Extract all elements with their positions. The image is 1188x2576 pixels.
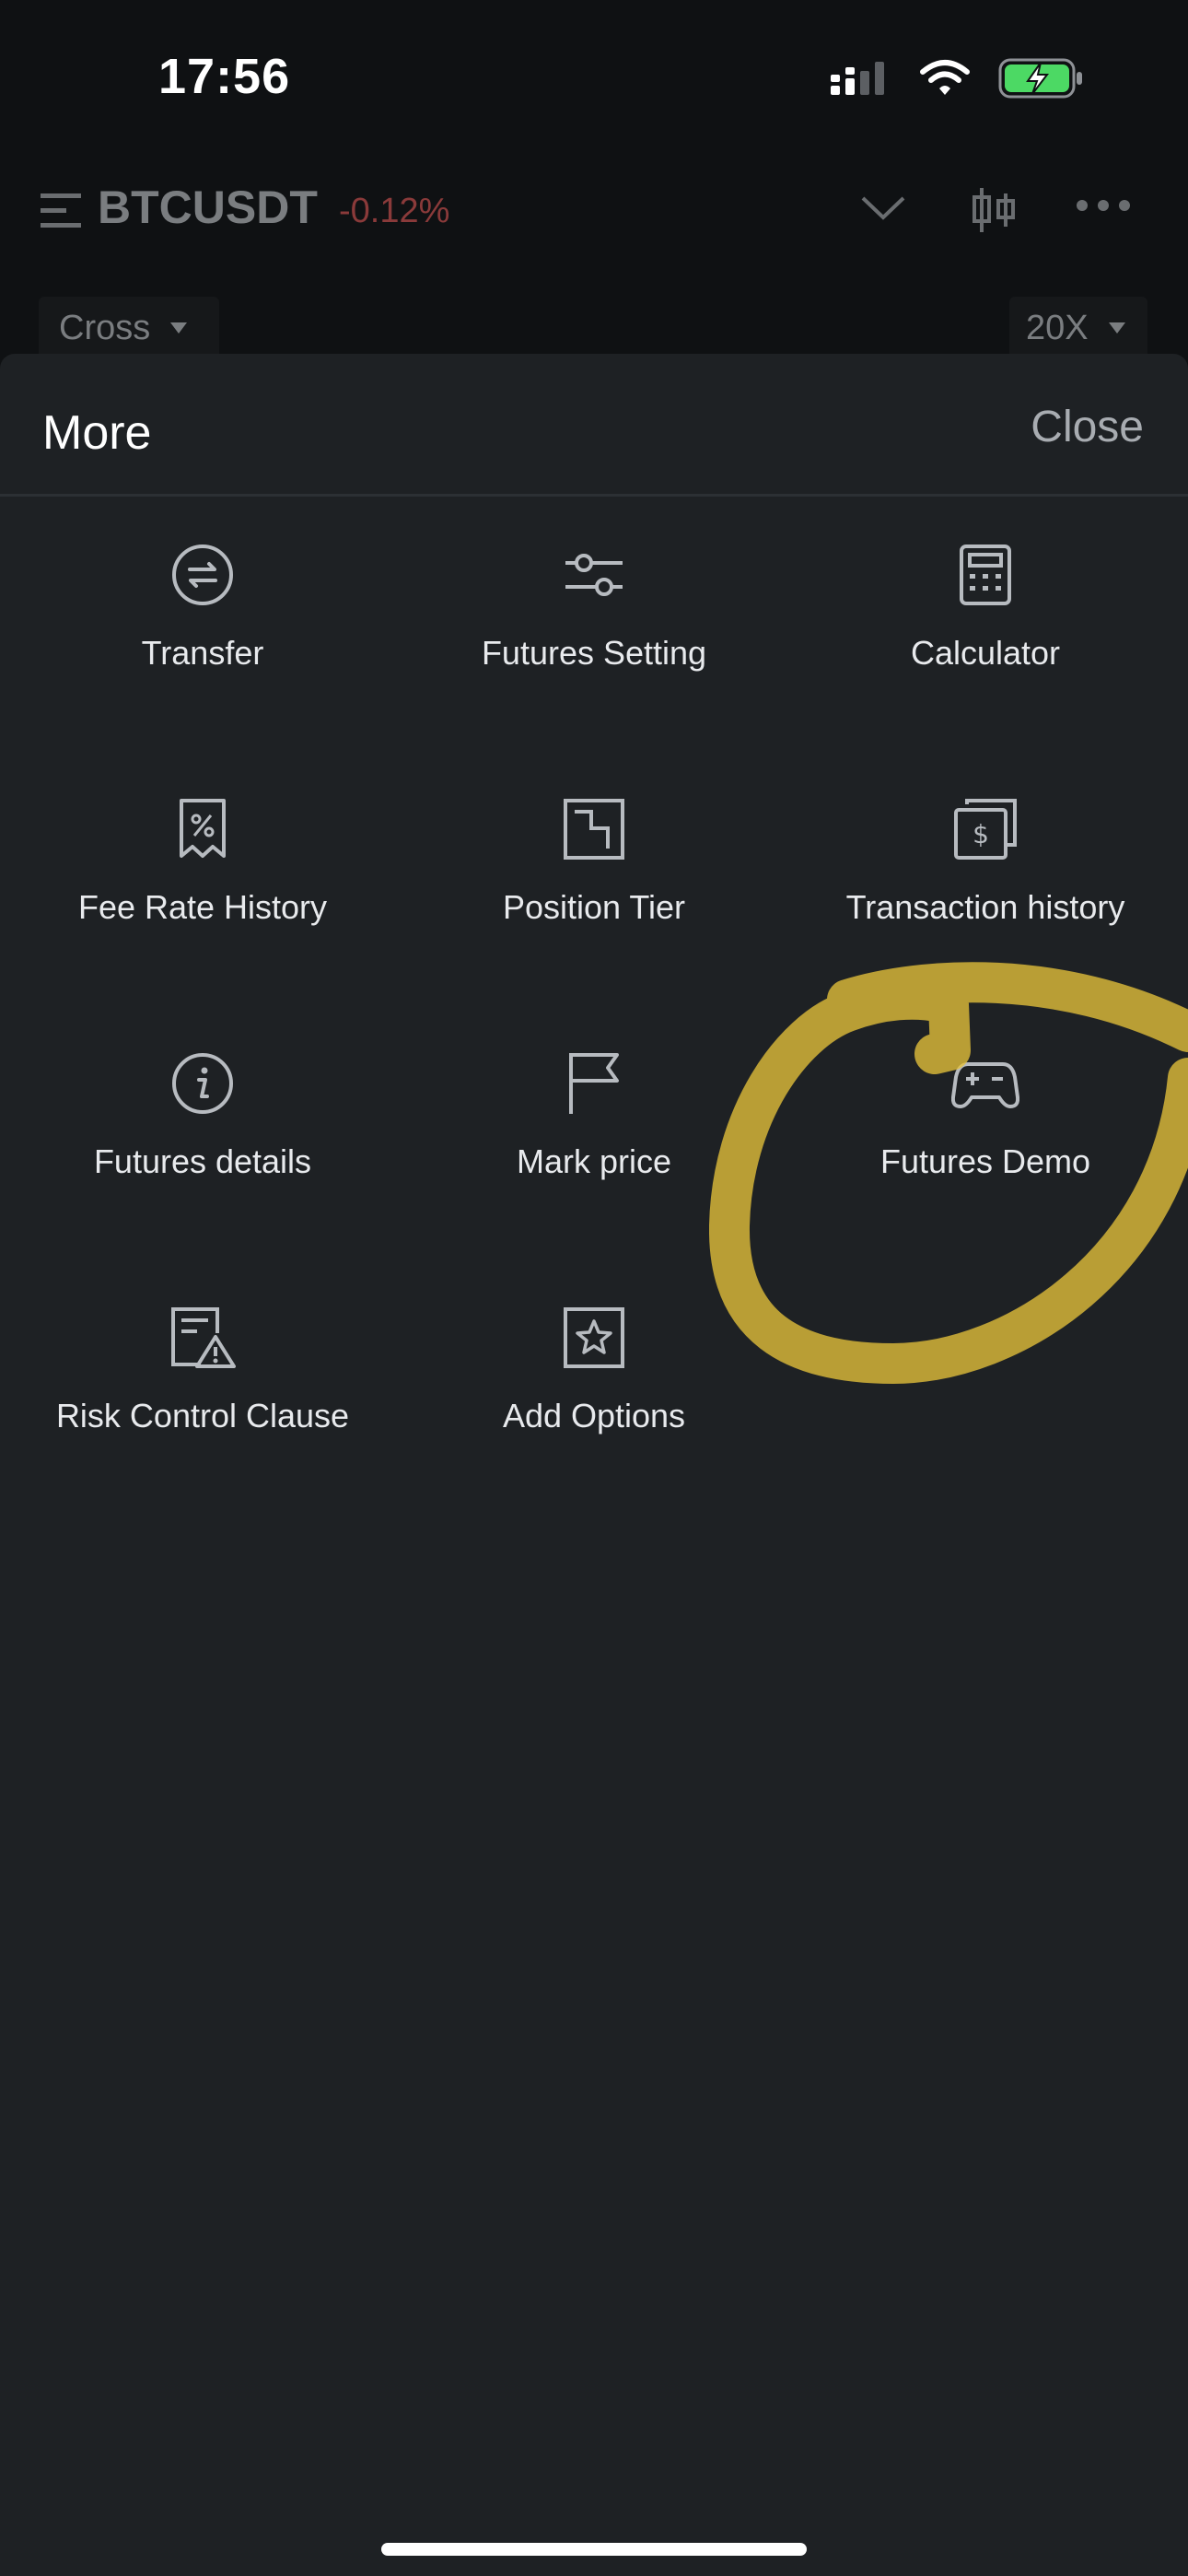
option-position-tier[interactable]: Position Tier <box>396 748 792 997</box>
option-transaction-history[interactable]: $ Transaction history <box>787 748 1183 997</box>
option-futures-details[interactable]: Futures details <box>5 1002 401 1251</box>
sliders-icon <box>557 538 631 612</box>
option-transfer[interactable]: Transfer <box>5 494 401 743</box>
caret-down-icon <box>1108 322 1125 334</box>
transfer-icon <box>166 538 239 612</box>
tier-steps-icon <box>557 792 631 866</box>
margin-mode-label: Cross <box>59 308 151 347</box>
more-dots-icon[interactable] <box>1076 199 1131 212</box>
chevron-down-icon[interactable] <box>860 193 906 223</box>
info-icon <box>166 1047 239 1120</box>
leverage-label: 20X <box>1026 308 1089 347</box>
option-label: Mark price <box>516 1142 672 1180</box>
option-futures-demo[interactable]: Futures Demo <box>787 1002 1183 1251</box>
wifi-icon <box>920 60 970 95</box>
option-label: Futures details <box>93 1142 312 1180</box>
gamepad-icon <box>949 1047 1022 1120</box>
battery-charging-icon <box>998 58 1082 99</box>
option-label: Transaction history <box>845 888 1125 926</box>
option-risk-control-clause[interactable]: Risk Control Clause <box>5 1257 401 1505</box>
more-sheet: More Close Transfer Futures Setting Calc… <box>0 354 1188 2576</box>
option-label: Calculator <box>910 634 1061 672</box>
calculator-icon <box>949 538 1022 612</box>
option-label: Fee Rate History <box>77 888 328 926</box>
option-label: Risk Control Clause <box>55 1397 350 1434</box>
option-fee-rate-history[interactable]: Fee Rate History <box>5 748 401 997</box>
sheet-title: More <box>42 406 152 460</box>
pair-change: -0.12% <box>339 192 450 230</box>
close-button[interactable]: Close <box>1031 402 1144 452</box>
option-label: Position Tier <box>502 888 686 926</box>
caret-down-icon <box>170 322 188 334</box>
candlestick-icon[interactable] <box>969 184 1020 236</box>
flag-icon <box>557 1047 631 1120</box>
screen: 17:56 BTCUSDT -0.12% Cross 20X More Clos… <box>0 0 1188 2576</box>
sheet-header: More Close <box>0 354 1188 497</box>
option-label: Futures Demo <box>879 1142 1091 1180</box>
option-label: Futures Setting <box>481 634 707 672</box>
option-futures-setting[interactable]: Futures Setting <box>396 494 792 743</box>
document-warning-icon <box>166 1301 239 1375</box>
status-bar: 17:56 <box>0 0 1188 157</box>
leverage-selector[interactable]: 20X <box>1009 297 1147 359</box>
svg-text:$: $ <box>973 819 989 849</box>
dollar-cards-icon: $ <box>949 792 1022 866</box>
menu-icon[interactable] <box>41 192 83 230</box>
signal-icon <box>831 62 884 95</box>
option-calculator[interactable]: Calculator <box>787 494 1183 743</box>
star-square-icon <box>557 1301 631 1375</box>
status-icons <box>829 57 1085 100</box>
option-mark-price[interactable]: Mark price <box>396 1002 792 1251</box>
option-add-options[interactable]: Add Options <box>396 1257 792 1505</box>
option-label: Transfer <box>141 634 264 672</box>
status-time: 17:56 <box>158 49 291 104</box>
home-indicator[interactable] <box>381 2543 807 2556</box>
receipt-percent-icon <box>166 792 239 866</box>
pair-title[interactable]: BTCUSDT <box>98 181 318 234</box>
margin-mode-selector[interactable]: Cross <box>39 297 219 359</box>
option-label: Add Options <box>502 1397 686 1434</box>
